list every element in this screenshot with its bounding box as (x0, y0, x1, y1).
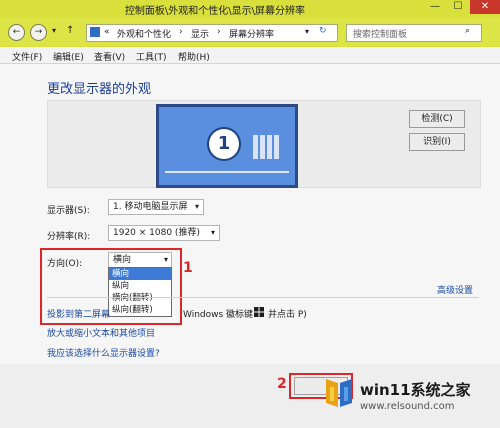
display-label: 显示器(S): (47, 206, 90, 216)
address-bar[interactable]: « 外观和个性化 › 显示 › 屏幕分辨率 ▾ ↻ (86, 24, 338, 42)
back-arrow-icon[interactable]: ← (8, 24, 25, 41)
start-screen-tiles-icon (253, 135, 279, 159)
taskbar-line (165, 171, 289, 173)
watermark-brand: win11系统之家 (360, 381, 471, 399)
forward-arrow-icon[interactable]: → (30, 24, 47, 41)
page-title: 更改显示器的外观 (47, 82, 152, 97)
breadcrumb-overflow[interactable]: « (104, 27, 110, 37)
close-button[interactable]: ✕ (470, 0, 500, 14)
control-panel-icon (90, 27, 100, 37)
breadcrumb-resolution[interactable]: 屏幕分辨率 (229, 27, 274, 40)
step-marker-2: 2 (277, 376, 287, 392)
project-hint-text: Windows 徽标键 (183, 310, 254, 320)
project-second-screen-link[interactable]: 投影到第二屏幕 (47, 307, 110, 320)
breadcrumb-separator[interactable]: › (179, 27, 183, 37)
chevron-down-icon: ▾ (194, 202, 199, 211)
chevron-down-icon: ▾ (210, 228, 215, 237)
win11-logo-icon (322, 375, 356, 411)
menu-view[interactable]: 查看(V) (94, 50, 125, 63)
resolution-dropdown[interactable]: 1920 × 1080 (推荐) ▾ (108, 225, 220, 241)
maximize-button[interactable]: ☐ (447, 0, 469, 14)
divider (47, 297, 479, 298)
display-dropdown[interactable]: 1. 移动电脑显示屏 ▾ (108, 199, 204, 215)
breadcrumb-separator[interactable]: › (217, 27, 221, 37)
text-size-link[interactable]: 放大或缩小文本和其他项目 (47, 326, 155, 339)
window-title: 控制面板\外观和个性化\显示\屏幕分辨率 (124, 6, 306, 17)
recent-pages-chevron-icon[interactable]: ▾ (52, 26, 56, 35)
search-icon[interactable]: ⌕ (465, 26, 470, 36)
monitor-number-badge: 1 (207, 127, 241, 161)
menu-file[interactable]: 文件(F) (12, 50, 42, 63)
identify-button[interactable]: 识别(I) (409, 133, 465, 151)
menu-help[interactable]: 帮助(H) (178, 50, 210, 63)
detect-button[interactable]: 检测(C) (409, 110, 465, 128)
breadcrumb-appearance[interactable]: 外观和个性化 (117, 27, 171, 40)
menu-tools[interactable]: 工具(T) (136, 50, 167, 63)
step-marker-1: 1 (183, 260, 193, 276)
minimize-button[interactable]: — (424, 0, 446, 14)
resolution-label: 分辨率(R): (47, 232, 91, 242)
search-placeholder: 搜索控制面板 (353, 30, 408, 40)
project-hint-tail: 并点击 P) (268, 310, 307, 320)
search-input[interactable]: 搜索控制面板 ⌕ (346, 24, 482, 42)
menu-edit[interactable]: 编辑(E) (53, 50, 84, 63)
resolution-value: 1920 × 1080 (推荐) (113, 228, 200, 238)
breadcrumb-display[interactable]: 显示 (191, 27, 209, 40)
watermark-url: www.relsound.com (360, 401, 455, 412)
display-value: 1. 移动电脑显示屏 (113, 202, 188, 212)
windows-logo-icon (254, 307, 264, 317)
choose-settings-link[interactable]: 我应该选择什么显示器设置? (47, 346, 160, 359)
refresh-icon[interactable]: ↻ (319, 26, 327, 36)
up-arrow-icon[interactable]: ↑ (66, 25, 74, 36)
advanced-settings-link[interactable]: 高级设置 (437, 283, 473, 296)
address-dropdown-icon[interactable]: ▾ (305, 27, 309, 36)
